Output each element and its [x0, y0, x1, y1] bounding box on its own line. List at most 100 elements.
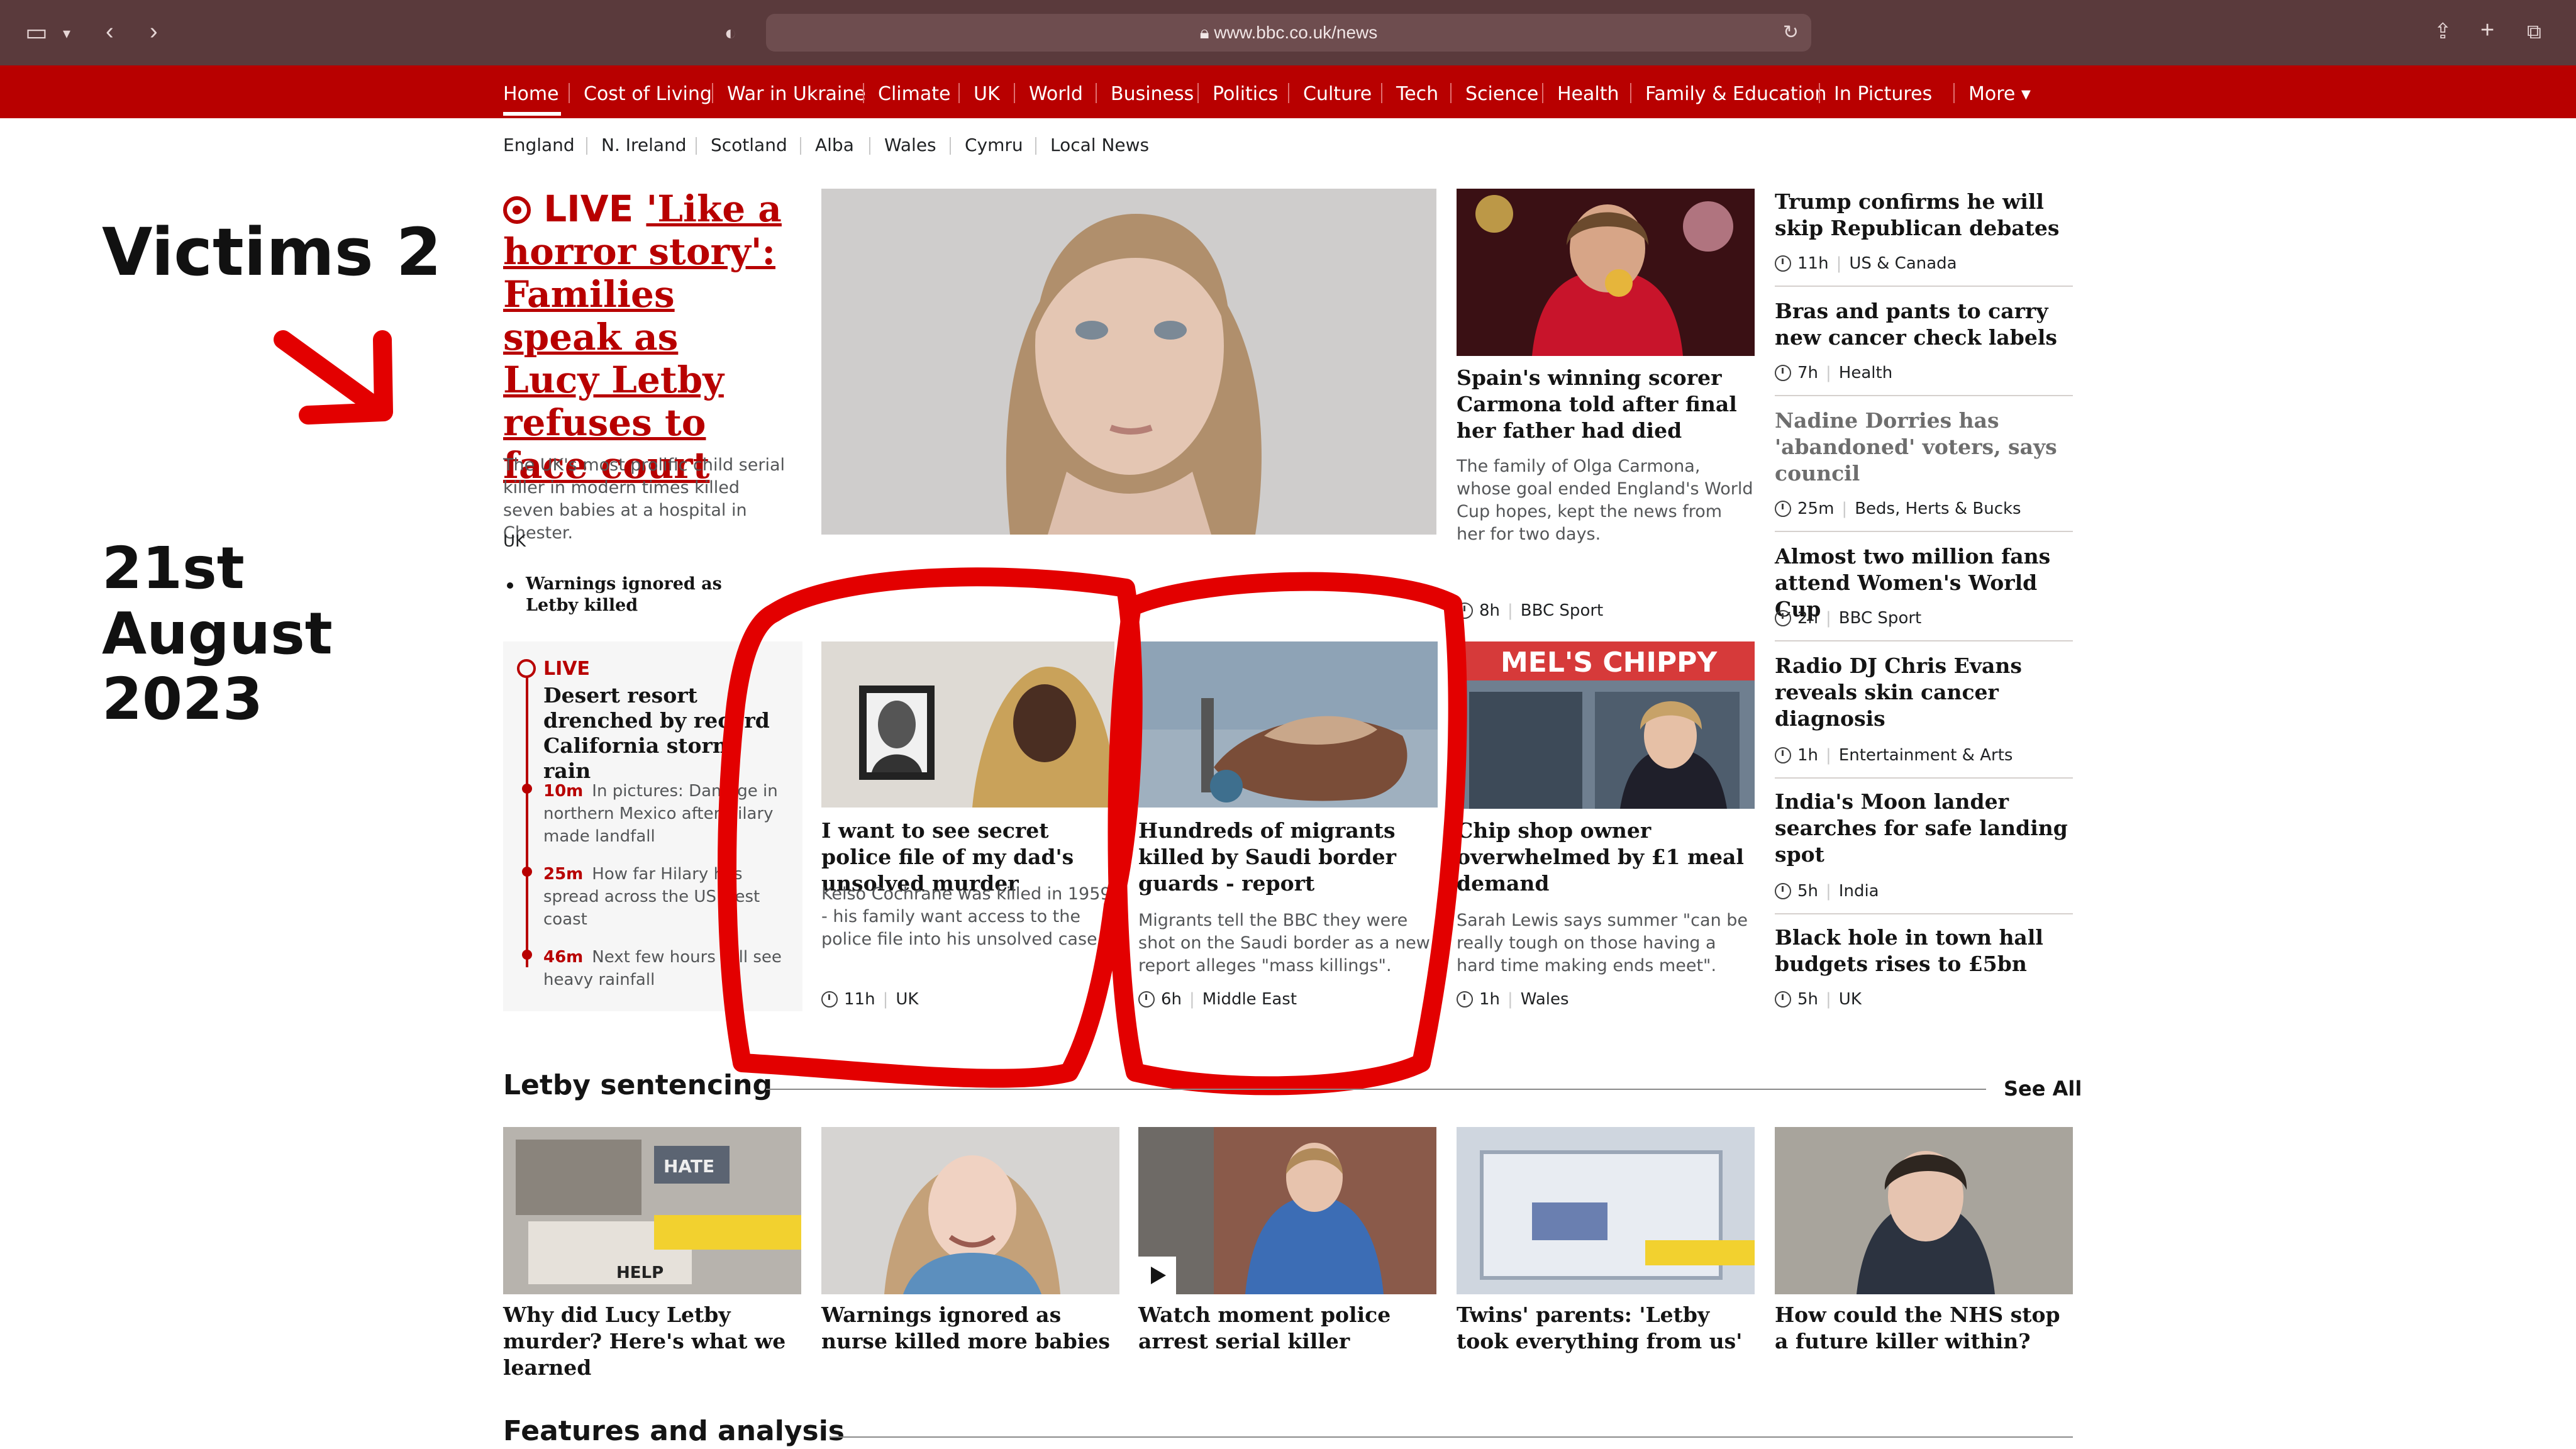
lead-tag[interactable]: UK	[503, 532, 526, 551]
live-update-item[interactable]: 10m In pictures: Damage in northern Mexic…	[543, 780, 789, 848]
privacy-shield-icon[interactable]: ◐	[724, 20, 736, 45]
nav-item-11[interactable]: Health	[1557, 65, 1619, 118]
play-button[interactable]	[1138, 1257, 1176, 1294]
nav-item-6[interactable]: Business	[1111, 65, 1194, 118]
spain-meta: 8h | BBC Sport	[1457, 601, 1603, 620]
new-tab-icon[interactable]: +	[2480, 18, 2494, 43]
see-all-link[interactable]: See All	[2004, 1077, 2082, 1101]
annotation-label: Victims 2	[102, 214, 442, 291]
nav-item-13[interactable]: In Pictures	[1834, 65, 1932, 118]
sub-nav-item-1[interactable]: N. Ireland	[601, 135, 687, 155]
back-icon[interactable]: ‹	[106, 19, 114, 44]
letby-card-1-headline[interactable]: Why did Lucy Letby murder? Here's what w…	[503, 1302, 801, 1381]
spain-tag[interactable]: BBC Sport	[1521, 601, 1603, 620]
chippy-image[interactable]: MEL'S CHIPPY	[1457, 641, 1755, 809]
right-story-headline[interactable]: Bras and pants to carry new cancer check…	[1775, 298, 2077, 351]
right-story-divider	[1775, 286, 2073, 287]
live-update-item[interactable]: 25m How far Hilary has spread across the …	[543, 863, 789, 931]
letby-card-2-headline[interactable]: Warnings ignored as nurse killed more ba…	[821, 1302, 1119, 1355]
migrants-headline[interactable]: Hundreds of migrants killed by Saudi bor…	[1138, 818, 1438, 897]
live-box-title[interactable]: Desert resort drenched by record Califor…	[543, 683, 789, 784]
sub-nav-item-4[interactable]: Wales	[884, 135, 936, 155]
chevron-down-icon[interactable]: ▾	[63, 21, 70, 47]
sub-nav-separator	[1035, 137, 1036, 155]
sub-nav-item-6[interactable]: Local News	[1050, 135, 1149, 155]
nav-item-7[interactable]: Politics	[1213, 65, 1278, 118]
share-icon[interactable]: ⇪	[2434, 19, 2452, 44]
right-story-meta: 5h | India	[1775, 882, 1879, 901]
nav-separator	[1014, 83, 1015, 103]
letby-card-3-headline[interactable]: Watch moment police arrest serial killer	[1138, 1302, 1436, 1355]
letby-card-3-image[interactable]	[1138, 1127, 1436, 1294]
right-story-tag[interactable]: UK	[1839, 990, 1862, 1009]
live-update-item[interactable]: 46m Next few hours will see heavy rainfal…	[543, 946, 789, 991]
nav-item-10[interactable]: Science	[1465, 65, 1538, 118]
right-story-tag[interactable]: Entertainment & Arts	[1839, 746, 2013, 765]
cochrane-tag[interactable]: UK	[896, 990, 918, 1009]
sub-nav-item-3[interactable]: Alba	[815, 135, 854, 155]
right-story-tag[interactable]: Health	[1839, 364, 1892, 382]
hate-text: HATE	[663, 1156, 714, 1177]
help-text: HELP	[616, 1263, 663, 1282]
sidebar-toggle-icon[interactable]: ▭	[25, 20, 48, 45]
letby-card-5-image[interactable]	[1775, 1127, 2073, 1294]
clock-icon	[1457, 991, 1473, 1008]
right-story-meta: 7h | Health	[1775, 364, 1892, 382]
right-story-tag[interactable]: Beds, Herts & Bucks	[1855, 499, 2021, 518]
nav-item-8[interactable]: Culture	[1303, 65, 1372, 118]
letby-card-5-headline[interactable]: How could the NHS stop a future killer w…	[1775, 1302, 2073, 1355]
nav-item-4[interactable]: UK	[974, 65, 1000, 118]
bullet	[507, 582, 513, 589]
nav-item-2[interactable]: War in Ukraine	[727, 65, 866, 118]
reload-icon[interactable]: ↻	[1783, 20, 1799, 45]
lead-headline[interactable]: LIVE 'Like a horror story': Families spe…	[503, 187, 786, 487]
right-story-headline[interactable]: India's Moon lander searches for safe la…	[1775, 789, 2077, 868]
nav-item-14[interactable]: More ▾	[1968, 65, 2031, 118]
letby-card-4-headline[interactable]: Twins' parents: 'Letby took everything f…	[1457, 1302, 1755, 1355]
chippy-headline[interactable]: Chip shop owner overwhelmed by £1 meal d…	[1457, 818, 1755, 897]
address-bar[interactable]: 🔒︎ www.bbc.co.uk/news ↻	[766, 14, 1811, 52]
spain-image[interactable]	[1457, 189, 1755, 356]
lead-image[interactable]	[821, 189, 1436, 535]
sub-nav-item-0[interactable]: England	[503, 135, 575, 155]
right-story-tag[interactable]: India	[1839, 882, 1879, 901]
sub-nav-item-5[interactable]: Cymru	[965, 135, 1023, 155]
right-story-tag[interactable]: BBC Sport	[1839, 609, 1921, 628]
right-story-headline[interactable]: Trump confirms he will skip Republican d…	[1775, 189, 2077, 242]
cochrane-image[interactable]	[821, 641, 1114, 808]
right-story-headline[interactable]: Black hole in town hall budgets rises to…	[1775, 924, 2077, 977]
features-section-title: Features and analysis	[503, 1415, 845, 1447]
letby-card-1-image[interactable]: HATE HELP	[503, 1127, 801, 1294]
right-story-meta: 11h | US & Canada	[1775, 254, 1957, 273]
nav-item-12[interactable]: Family & Education	[1645, 65, 1826, 118]
migrants-tag[interactable]: Middle East	[1202, 990, 1297, 1009]
clock-icon	[1775, 501, 1791, 517]
lead-related[interactable]: Warnings ignored as Letby killed	[526, 574, 777, 616]
spain-headline[interactable]: Spain's winning scorer Carmona told afte…	[1457, 365, 1755, 444]
migrants-image[interactable]	[1138, 641, 1438, 808]
nav-separator	[1096, 83, 1097, 103]
right-story-headline[interactable]: Nadine Dorries has 'abandoned' voters, s…	[1775, 408, 2077, 487]
nav-item-0[interactable]: Home	[503, 65, 559, 118]
right-story-headline[interactable]: Radio DJ Chris Evans reveals skin cancer…	[1775, 653, 2077, 732]
right-story-meta: 2h | BBC Sport	[1775, 609, 1921, 628]
right-story-tag[interactable]: US & Canada	[1849, 254, 1957, 273]
tab-overview-icon[interactable]: ⧉	[2527, 19, 2541, 44]
nav-item-5[interactable]: World	[1029, 65, 1083, 118]
migrants-summary: Migrants tell the BBC they were shot on …	[1138, 911, 1430, 975]
clock-icon	[1775, 991, 1791, 1008]
nav-item-3[interactable]: Climate	[878, 65, 950, 118]
sub-nav-item-2[interactable]: Scotland	[711, 135, 787, 155]
right-story-meta: 25m | Beds, Herts & Bucks	[1775, 499, 2021, 518]
forward-icon[interactable]: ›	[150, 19, 158, 44]
letby-card-2-image[interactable]	[821, 1127, 1119, 1294]
sub-nav-separator	[869, 137, 870, 155]
right-story-divider	[1775, 913, 2073, 914]
letby-card-4-image[interactable]	[1457, 1127, 1755, 1294]
nav-separator	[863, 83, 864, 103]
nav-item-9[interactable]: Tech	[1396, 65, 1438, 118]
spain-summary: The family of Olga Carmona, whose goal e…	[1457, 457, 1753, 544]
chippy-tag[interactable]: Wales	[1521, 990, 1569, 1009]
timeline-dot	[522, 867, 532, 877]
nav-item-1[interactable]: Cost of Living	[584, 65, 712, 118]
